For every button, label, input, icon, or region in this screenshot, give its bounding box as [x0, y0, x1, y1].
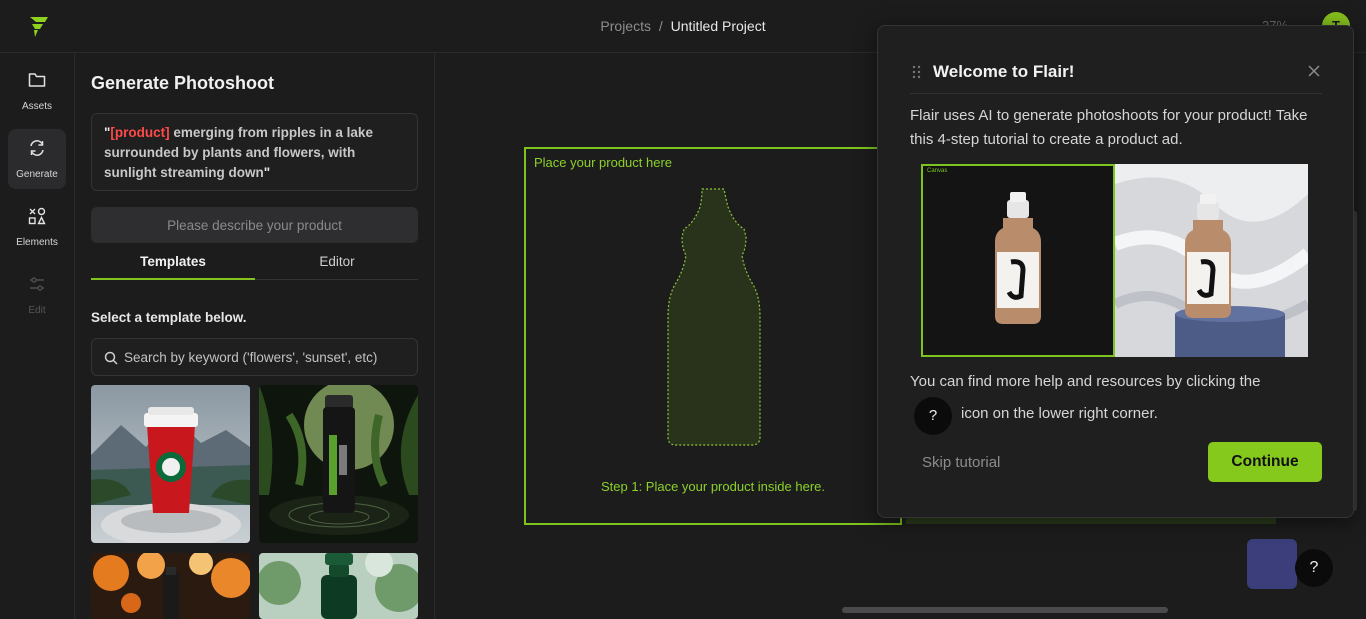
shapes-icon	[28, 207, 46, 225]
folder-icon	[28, 73, 46, 87]
help-text-line2: icon on the lower right corner.	[961, 405, 1158, 422]
horizontal-scrollbar[interactable]	[842, 607, 1168, 613]
template-coffee-cup-image	[91, 385, 250, 543]
prompt-box[interactable]: "[product] emerging from ripples in a la…	[91, 113, 418, 191]
drag-handle-icon[interactable]	[912, 65, 922, 79]
template-deodorant-image	[259, 385, 418, 543]
generate-panel: Generate Photoshoot "[product] emerging …	[75, 53, 435, 619]
breadcrumb-projects[interactable]: Projects	[600, 18, 651, 34]
template-thumbnail[interactable]	[91, 553, 250, 619]
bottle-placeholder-icon	[667, 188, 761, 446]
describe-product-input[interactable]	[91, 207, 418, 243]
dialog-intro-text: Flair uses AI to generate photoshoots fo…	[910, 107, 1308, 148]
prompt-quote: "	[263, 165, 271, 180]
tab-editor[interactable]: Editor	[255, 251, 419, 280]
place-product-label: Place your product here	[534, 155, 673, 170]
dialog-title: Welcome to Flair!	[933, 62, 1075, 81]
rail-item-label: Elements	[16, 237, 58, 248]
search-input[interactable]	[124, 339, 414, 375]
tutorial-preview-image: Canvas	[921, 164, 1313, 357]
ai-assistant-button[interactable]	[1247, 539, 1297, 589]
help-icon-sample: ?	[914, 397, 952, 435]
left-rail: Assets Generate Elements Edit	[0, 53, 75, 619]
rail-item-generate[interactable]: Generate	[8, 129, 66, 189]
template-search[interactable]	[91, 338, 418, 376]
help-button[interactable]: ?	[1295, 549, 1333, 587]
rail-item-assets[interactable]: Assets	[8, 61, 66, 121]
search-icon	[104, 351, 118, 365]
preview-canvas: Canvas	[921, 164, 1115, 357]
close-icon[interactable]	[1307, 64, 1321, 78]
tutorial-dialog: Welcome to Flair! Flair uses AI to gener…	[877, 25, 1354, 518]
step-instruction: Step 1: Place your product inside here.	[600, 479, 826, 494]
template-thumbnail[interactable]	[259, 385, 418, 543]
template-thumbnail[interactable]	[259, 553, 418, 619]
rail-item-label: Assets	[21, 101, 52, 112]
rail-item-label: Generate	[16, 169, 58, 180]
sliders-icon	[30, 277, 44, 291]
tab-templates[interactable]: Templates	[91, 251, 255, 280]
preview-bottle-after-image	[1112, 164, 1313, 357]
rail-item-elements[interactable]: Elements	[8, 197, 66, 257]
template-green-bottle-image	[259, 553, 418, 619]
preview-result	[1112, 164, 1313, 357]
preview-canvas-label: Canvas	[927, 168, 948, 174]
panel-title: Generate Photoshoot	[91, 73, 275, 93]
select-template-label: Select a template below.	[91, 310, 247, 325]
product-placement-frame[interactable]: Place your product here Step 1: Place yo…	[524, 147, 902, 525]
panel-tabs: Templates Editor	[91, 251, 418, 280]
breadcrumb-current-project[interactable]: Untitled Project	[671, 18, 766, 34]
skip-tutorial-button[interactable]: Skip tutorial	[922, 454, 1000, 471]
refresh-icon	[30, 140, 44, 156]
breadcrumb-separator: /	[658, 18, 663, 34]
frame-shadow-strip	[906, 518, 1276, 524]
help-text-line1: You can find more help and resources by …	[910, 373, 1261, 390]
prompt-product-tag: [product]	[110, 125, 170, 140]
template-flowers-image	[91, 553, 250, 619]
rail-item-label: Edit	[28, 305, 46, 316]
preview-bottle-before-image	[995, 192, 1041, 324]
continue-button[interactable]: Continue	[1208, 442, 1322, 482]
rail-item-edit[interactable]: Edit	[8, 265, 66, 325]
template-thumbnail[interactable]	[91, 385, 250, 543]
dialog-divider	[910, 93, 1322, 94]
